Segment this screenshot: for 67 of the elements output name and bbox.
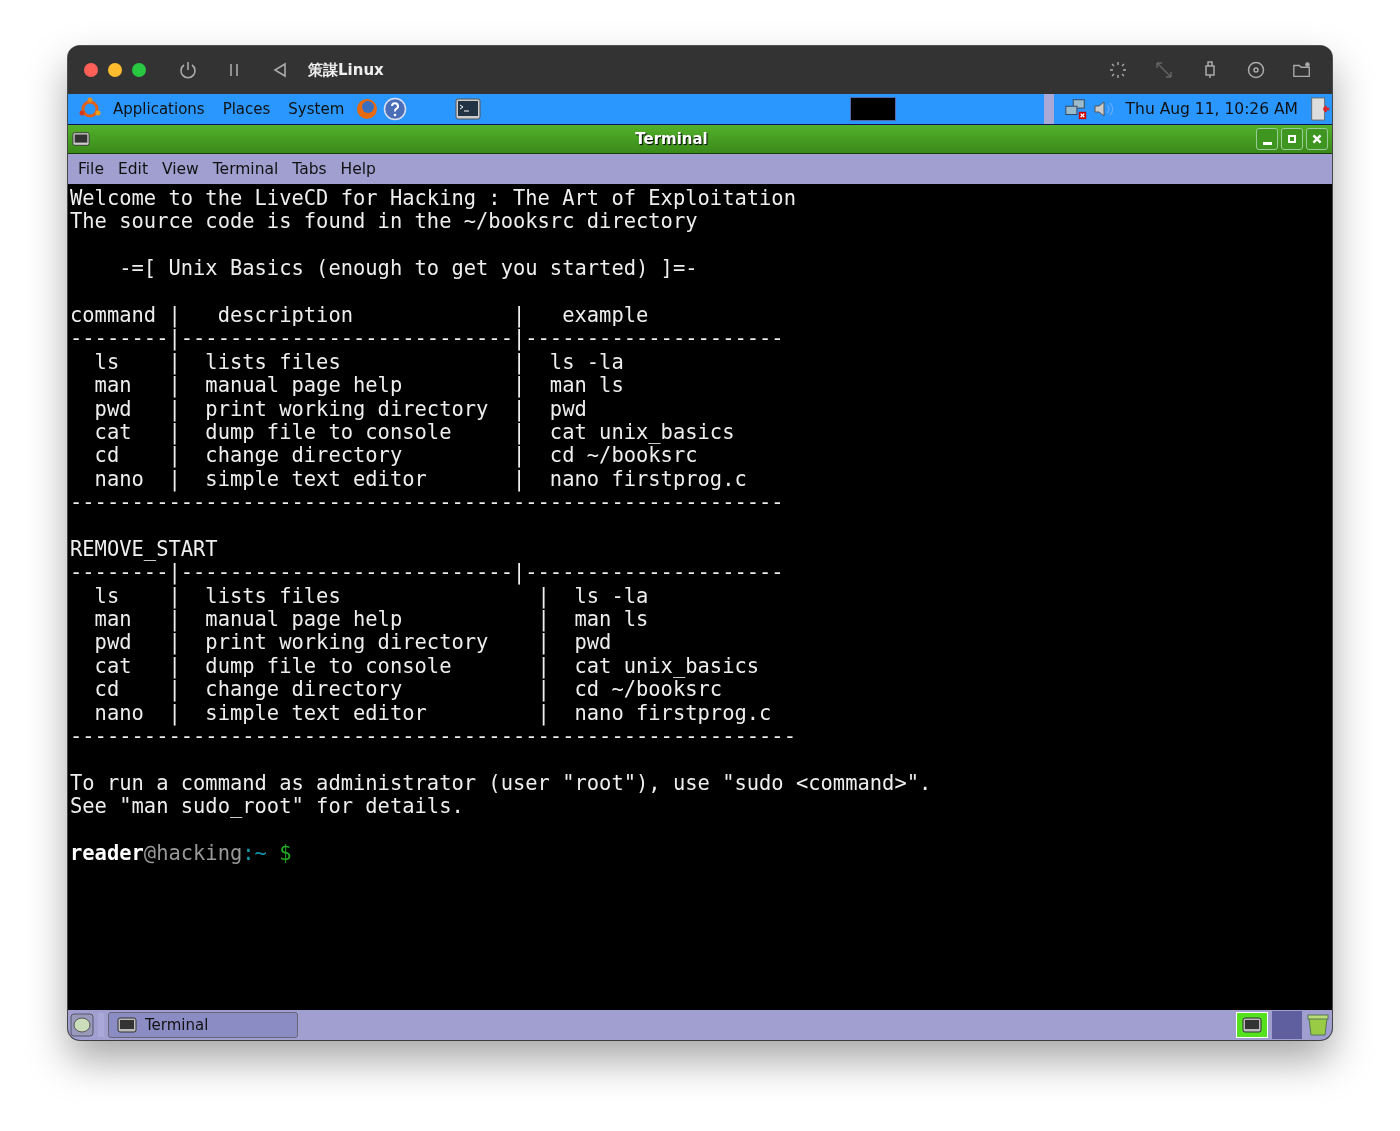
- menu-item[interactable]: Help: [334, 160, 384, 178]
- disc-icon[interactable]: [1246, 60, 1266, 80]
- prompt-symbol: $: [279, 840, 292, 865]
- menu-item[interactable]: Terminal: [206, 160, 287, 178]
- terminal-window-icon[interactable]: [72, 131, 90, 147]
- terminal-line: cat | dump file to console | cat unix_basics: [93, 654, 761, 679]
- maximize-icon: [1286, 133, 1298, 145]
- terminal-line: The source code is found in the ~/booksrc directory: [70, 210, 699, 234]
- window-title: Terminal: [634, 130, 709, 148]
- terminal-line: --------|---------------------------|---------------------: [70, 561, 785, 585]
- resize-icon[interactable]: [1154, 60, 1174, 80]
- panel-handle[interactable]: [1043, 94, 1054, 124]
- terminal-line: nano | simple text editor | nano firstprog.c: [93, 701, 773, 725]
- terminal-line: ----------------------------------------------------------: [70, 491, 785, 515]
- panel-menu[interactable]: System: [281, 100, 352, 118]
- maximize-button[interactable]: [1281, 128, 1303, 150]
- terminal-line: cd | change directory | cd ~/booksrc: [93, 444, 698, 468]
- terminal-line: ls | lists files | ls -la: [94, 350, 624, 375]
- panel-menu[interactable]: Applications: [106, 100, 212, 118]
- menu-item[interactable]: File: [72, 160, 112, 178]
- power-icon[interactable]: [178, 60, 198, 80]
- terminal-line: ls | lists files | ls -la: [94, 584, 649, 609]
- shared-folder-icon[interactable]: [1292, 60, 1312, 80]
- terminal-line: REMOVE_START: [70, 537, 219, 562]
- minimize-icon: [1262, 141, 1272, 145]
- menu-item[interactable]: Tabs: [286, 160, 335, 178]
- menu-item[interactable]: View: [155, 160, 207, 178]
- close-icon: [1311, 133, 1323, 145]
- terminal-line: pwd | print working directory | pwd: [93, 397, 588, 421]
- taskbar-button[interactable]: Terminal: [108, 1012, 298, 1038]
- terminal-line: cat | dump file to console | cat unix_basics: [93, 420, 736, 445]
- panel-clock[interactable]: Thu Aug 11, 10:26 AM: [1119, 100, 1304, 118]
- terminal-line: To run a command as administrator (user "root"), use "sudo <command>".: [70, 771, 933, 796]
- vm-title: 策謀Linux: [308, 60, 384, 80]
- terminal-line: man | manual page help | man ls: [93, 608, 650, 632]
- terminal-line: See "man sudo_root" for details.: [70, 795, 465, 819]
- close-button[interactable]: [84, 63, 98, 77]
- workspace-switcher[interactable]: [1272, 1011, 1302, 1039]
- prompt-path: :~: [242, 840, 267, 865]
- minimize-button[interactable]: [1256, 128, 1278, 150]
- window-thumbnail-icon: [1242, 1017, 1262, 1033]
- prompt-user: reader: [70, 840, 144, 865]
- zoom-button[interactable]: [132, 63, 146, 77]
- close-button[interactable]: [1306, 128, 1328, 150]
- terminal-line: -----------------------------------------------------------: [70, 725, 797, 749]
- terminal-line: nano | simple text editor | nano firstprog.c: [93, 467, 748, 492]
- minimize-button[interactable]: [108, 63, 122, 77]
- system-monitor-graph: [849, 97, 896, 121]
- trash-icon[interactable]: [1306, 1013, 1330, 1037]
- menu-item[interactable]: Edit: [111, 160, 156, 178]
- terminal-line: Welcome to the LiveCD for Hacking : The Art of Exploitation: [70, 187, 797, 211]
- cursor-icon[interactable]: [1108, 60, 1128, 80]
- terminal-line: --------|---------------------------|---------------------: [70, 327, 785, 351]
- show-desktop-icon[interactable]: [70, 1013, 94, 1037]
- terminal-line: man | manual page help | man ls: [93, 374, 625, 398]
- terminal-line: pwd | print working directory | pwd: [93, 631, 613, 655]
- prompt-host: @hacking: [143, 840, 243, 865]
- logout-icon[interactable]: [1308, 97, 1332, 121]
- terminal-line: command | description | example: [70, 303, 650, 328]
- workspace-switcher[interactable]: [1236, 1012, 1268, 1038]
- network-icon[interactable]: [1063, 97, 1088, 121]
- terminal-line: cd | change directory | cd ~/booksrc: [93, 678, 723, 702]
- help-icon[interactable]: [383, 97, 408, 121]
- panel-menu[interactable]: Places: [215, 100, 278, 118]
- terminal-line: -=[ Unix Basics (enough to get you started) ]=-: [118, 257, 699, 281]
- terminal-launcher-icon[interactable]: [455, 97, 482, 121]
- terminal-icon: [117, 1017, 137, 1033]
